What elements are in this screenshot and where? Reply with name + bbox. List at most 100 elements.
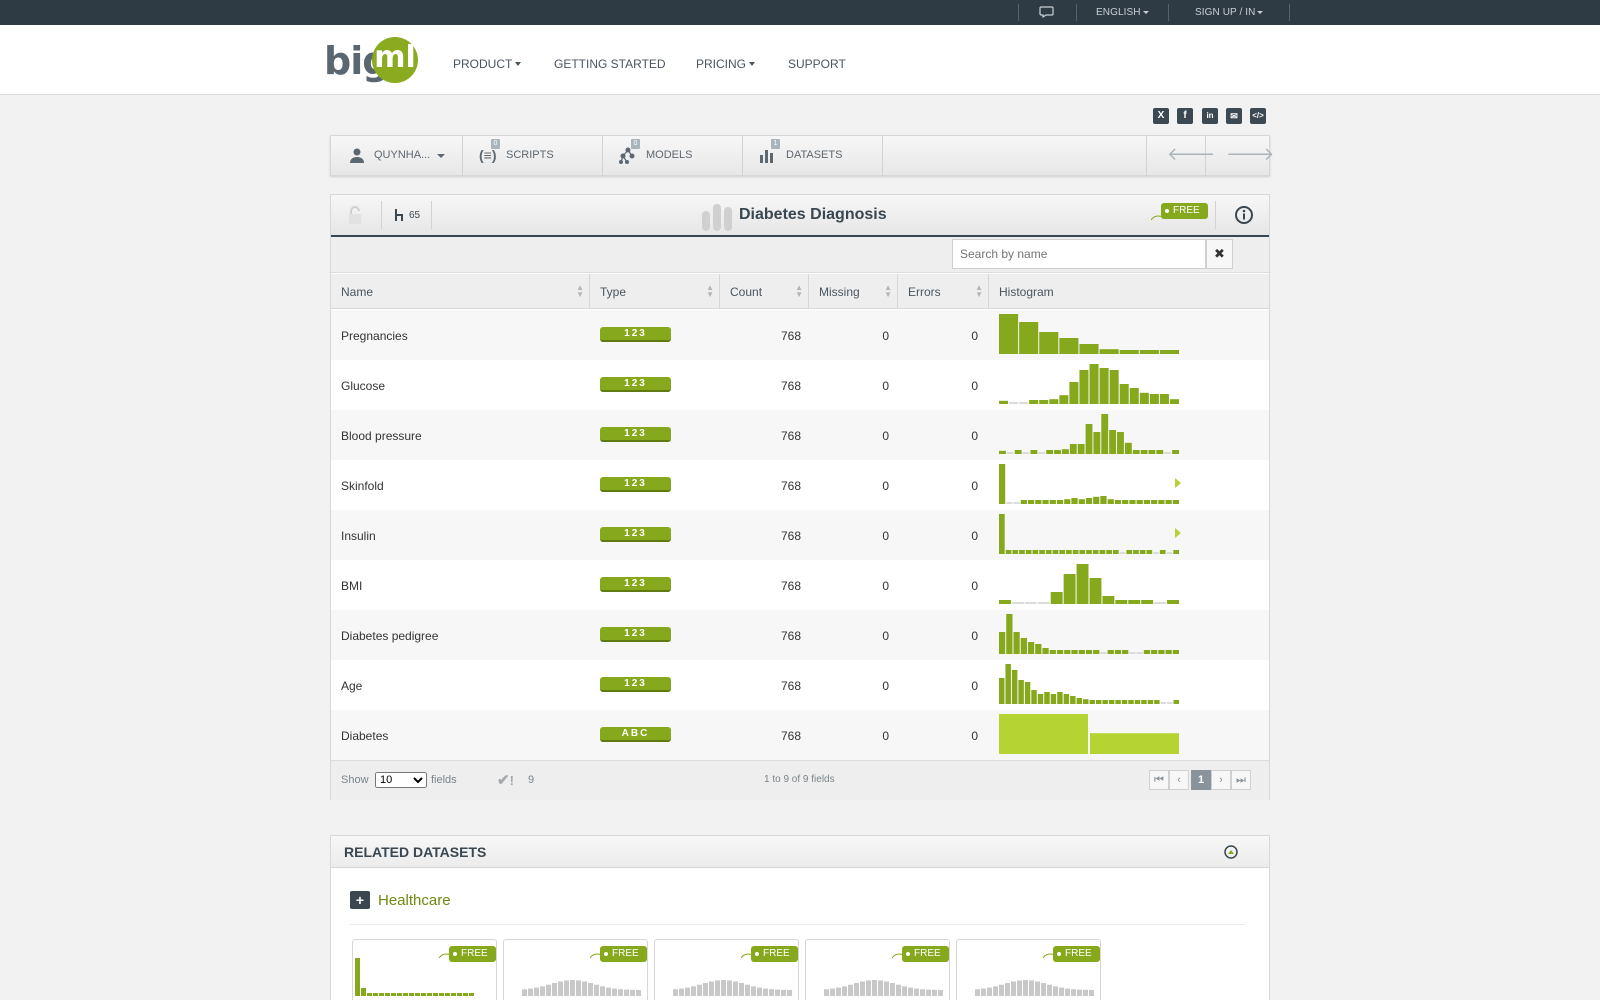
nav-product[interactable]: PRODUCT	[453, 57, 522, 71]
breadcrumb-datasets[interactable]: 1 DATASETS	[743, 136, 883, 175]
field-name[interactable]: Skinfold	[341, 479, 384, 493]
first-page-button[interactable]: ⏮	[1149, 770, 1169, 790]
histogram[interactable]	[999, 514, 1181, 554]
field-name[interactable]: Age	[341, 679, 362, 693]
caret-down-icon	[749, 61, 756, 66]
histogram-bar	[1121, 700, 1128, 704]
facebook-share-icon[interactable]: f	[1177, 108, 1193, 124]
thumbnail-bar	[415, 993, 420, 996]
related-dataset-card[interactable]: FREE	[805, 939, 950, 1000]
histogram[interactable]	[999, 414, 1179, 454]
histogram-bar	[1154, 602, 1167, 604]
table-row[interactable]: Diabetes pedigree 123 768 0 0	[331, 610, 1269, 660]
page-1-button[interactable]: 1	[1191, 770, 1211, 790]
related-dataset-card[interactable]: FREE	[956, 939, 1101, 1000]
histogram[interactable]	[999, 364, 1179, 404]
histogram[interactable]	[999, 564, 1179, 604]
column-type[interactable]: Type ▲ ▼	[590, 274, 720, 309]
search-input[interactable]	[952, 239, 1206, 269]
prev-page-button[interactable]: ‹	[1169, 770, 1189, 790]
nav-getting-started[interactable]: GETTING STARTED	[554, 57, 666, 71]
collapse-icon[interactable]	[1224, 845, 1238, 862]
column-errors[interactable]: Errors ▲ ▼	[898, 274, 989, 309]
histogram-bar	[1012, 550, 1019, 554]
histogram-more-icon[interactable]	[1175, 478, 1181, 488]
histogram-bar	[1022, 452, 1030, 454]
back-button[interactable]: 🡐	[1146, 136, 1215, 175]
nav-pricing-label: PRICING	[696, 57, 747, 71]
histogram[interactable]	[999, 464, 1181, 504]
chat-icon[interactable]	[1039, 6, 1054, 19]
histogram[interactable]	[999, 714, 1179, 754]
thumbnail-bar	[860, 981, 865, 996]
table-row[interactable]: Glucose 123 768 0 0	[331, 360, 1269, 410]
check-errors-icon[interactable]: ✔!	[497, 771, 514, 789]
next-page-button[interactable]: ›	[1211, 770, 1231, 790]
thumbnail-bar	[594, 984, 599, 996]
table-row[interactable]: Blood pressure 123 768 0 0	[331, 410, 1269, 460]
info-icon[interactable]	[1235, 206, 1253, 227]
field-name[interactable]: Insulin	[341, 529, 376, 543]
thumbnail-bar	[872, 980, 877, 996]
thumbnail-bar	[445, 993, 450, 996]
page-number: 1	[1197, 774, 1205, 786]
related-dataset-card[interactable]: FREE	[352, 939, 497, 1000]
language-menu[interactable]: ENGLISH	[1096, 7, 1149, 18]
table-row[interactable]: Age 123 768 0 0	[331, 660, 1269, 710]
histogram-bar	[1049, 500, 1056, 504]
separator	[381, 201, 382, 229]
breadcrumb-scripts[interactable]: (≡) 0 SCRIPTS	[463, 136, 603, 175]
field-name[interactable]: Glucose	[341, 379, 385, 393]
table-row[interactable]: BMI 123 768 0 0	[331, 560, 1269, 610]
embed-code-icon[interactable]: </>	[1250, 108, 1266, 124]
histogram-bar	[1119, 384, 1129, 404]
column-count[interactable]: Count ▲ ▼	[720, 274, 809, 309]
histogram-bar	[1077, 444, 1085, 454]
thumbnail-bar	[612, 988, 617, 996]
bigml-logo[interactable]: big ml	[324, 37, 424, 85]
field-type-badge: 123	[600, 327, 671, 342]
related-dataset-card[interactable]: FREE	[654, 939, 799, 1000]
column-name[interactable]: Name ▲ ▼	[331, 274, 590, 309]
nav-support[interactable]: SUPPORT	[788, 57, 846, 71]
email-share-icon[interactable]: ✉	[1226, 108, 1242, 124]
field-name[interactable]: Diabetes	[341, 729, 388, 743]
histogram-bar	[1117, 432, 1124, 454]
column-missing[interactable]: Missing ▲ ▼	[809, 274, 898, 309]
field-name[interactable]: Blood pressure	[341, 429, 422, 443]
histogram-bar	[1024, 682, 1031, 704]
histogram-bar	[1143, 500, 1151, 504]
table-row[interactable]: Insulin 123 768 0 0	[331, 510, 1269, 560]
breadcrumb-user[interactable]: QUYNHA...	[331, 136, 463, 175]
table-row[interactable]: Diabetes ABC 768 0 0	[331, 710, 1269, 760]
table-row[interactable]: Skinfold 123 768 0 0	[331, 460, 1269, 510]
histogram-more-icon[interactable]	[1175, 528, 1181, 538]
histogram[interactable]	[999, 664, 1179, 704]
datasets-icon	[759, 147, 775, 166]
thumbnail-bar	[715, 980, 720, 996]
lock-icon[interactable]	[347, 205, 363, 228]
breadcrumb-models[interactable]: 0 MODELS	[603, 136, 743, 175]
divider	[350, 924, 1245, 925]
histogram-bar	[1147, 700, 1154, 704]
field-name[interactable]: Pregnancies	[341, 329, 408, 343]
last-page-button[interactable]: ⏭	[1231, 770, 1251, 790]
category-label[interactable]: Healthcare	[378, 892, 451, 909]
field-name[interactable]: BMI	[341, 579, 362, 593]
thumbnail-bar	[457, 993, 462, 996]
clear-search-button[interactable]: ✖	[1206, 239, 1233, 269]
separator	[1076, 4, 1077, 21]
field-missing: 0	[882, 529, 889, 543]
x-share-icon[interactable]: X	[1153, 108, 1169, 124]
linkedin-share-icon[interactable]: in	[1202, 108, 1218, 124]
nav-pricing[interactable]: PRICING	[696, 57, 756, 71]
forward-button[interactable]: 🡒	[1206, 136, 1274, 175]
field-name[interactable]: Diabetes pedigree	[341, 629, 438, 643]
thumbnail-bar	[1077, 989, 1082, 996]
table-row[interactable]: Pregnancies 123 768 0 0	[331, 310, 1269, 360]
related-dataset-card[interactable]: FREE	[503, 939, 648, 1000]
page-size-select[interactable]: 10	[375, 772, 427, 788]
histogram[interactable]	[999, 614, 1179, 654]
histogram[interactable]	[999, 314, 1179, 354]
signup-menu[interactable]: SIGN UP / IN	[1195, 7, 1264, 18]
